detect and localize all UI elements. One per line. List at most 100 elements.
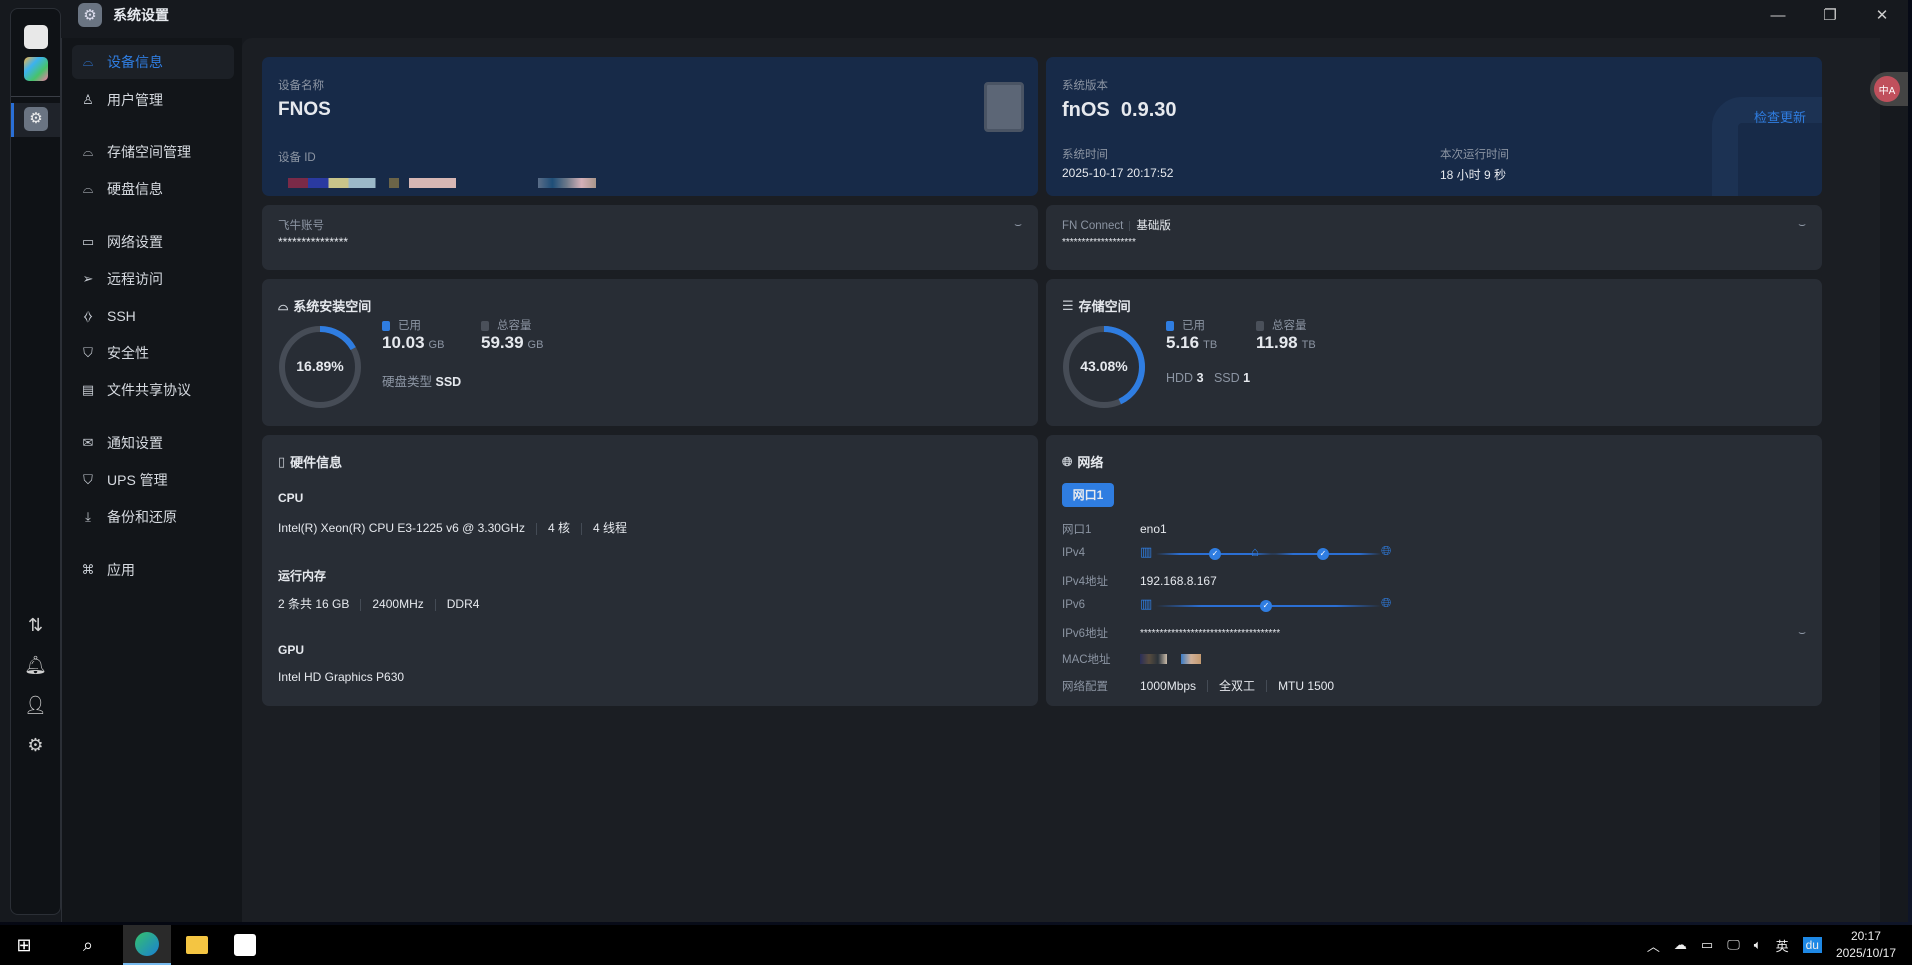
check-update-link[interactable]: 检查更新 xyxy=(1754,107,1806,126)
used-label: 已用 xyxy=(398,320,421,332)
nav-label: 远程访问 xyxy=(107,271,163,287)
window-title: 系统设置 xyxy=(113,7,169,23)
nav-label: 硬盘信息 xyxy=(107,181,163,197)
minimize-button[interactable]: — xyxy=(1752,0,1804,30)
system-time-label: 系统时间 xyxy=(1062,149,1108,161)
bell-icon[interactable]: 🔔︎ xyxy=(11,655,60,676)
nav-apps[interactable]: ⌘ 应用 xyxy=(72,553,234,587)
total-value: 11.98 xyxy=(1256,333,1298,352)
account-label: 飞牛账号 xyxy=(278,220,324,232)
file-icon: ▤ xyxy=(81,382,95,397)
used-value: 10.03 xyxy=(382,333,425,352)
ipv6-address: ************************************ xyxy=(1140,627,1281,639)
nav-user-management[interactable]: ♙ 用户管理 xyxy=(72,83,234,117)
nav-label: 备份和还原 xyxy=(107,509,177,525)
uptime: 18 小时 9 秒 xyxy=(1440,168,1507,182)
cpu-label: CPU xyxy=(278,491,304,505)
shield-check-icon: ⛉ xyxy=(83,345,93,360)
ime-indicator[interactable]: 英 xyxy=(1776,936,1789,955)
internet-globe-icon: 🌐︎ xyxy=(1381,543,1392,558)
os-name: fnOS xyxy=(1062,99,1110,121)
fn-account-card: 飞牛账号 *************** ⌣ xyxy=(262,205,1038,270)
send-icon: ➢ xyxy=(82,271,94,286)
onedrive-icon[interactable]: ☁ xyxy=(1674,937,1687,953)
settings-gear-icon[interactable]: ⚙ xyxy=(24,107,48,131)
restore-button[interactable]: ❐ xyxy=(1804,0,1856,30)
mac-label: MAC地址 xyxy=(1062,654,1111,666)
divider xyxy=(434,598,436,611)
edge-taskbar-icon[interactable] xyxy=(123,925,171,965)
link-speed: 1000Mbps xyxy=(1140,678,1197,693)
app-center-icon[interactable] xyxy=(24,57,48,81)
nav-security[interactable]: ⛉ 安全性 xyxy=(72,336,234,370)
used-unit: GB xyxy=(428,339,445,351)
eye-closed-icon[interactable]: ⌣ xyxy=(1014,217,1022,232)
memory-label: 运行内存 xyxy=(278,569,327,583)
nav-remote-access[interactable]: ➢ 远程访问 xyxy=(72,262,234,296)
os-version: 0.9.30 xyxy=(1120,99,1177,121)
nav-device-info[interactable]: ⌓ 设备信息 xyxy=(72,45,234,79)
mail-icon: ✉ xyxy=(82,435,94,450)
ssd-label: SSD xyxy=(1213,371,1240,385)
tab-port-1[interactable]: 网口1 xyxy=(1062,483,1114,507)
start-button[interactable]: ⊞ xyxy=(0,925,48,965)
server-icon: ☰ xyxy=(1062,297,1074,313)
ipv4-address: 192.168.8.167 xyxy=(1140,574,1217,588)
storage-icon: ⌓ xyxy=(82,144,94,159)
card-title: 硬件信息 xyxy=(290,455,343,470)
nav-label: 设备信息 xyxy=(107,54,163,70)
eye-closed-icon[interactable]: ⌣ xyxy=(1798,217,1806,232)
used-value: 5.16 xyxy=(1166,333,1200,352)
shield-icon: ⛉ xyxy=(83,472,93,487)
desktop-icon[interactable] xyxy=(24,25,48,49)
store-icon[interactable] xyxy=(221,925,269,965)
baidu-ime-icon[interactable]: du xyxy=(1802,937,1822,953)
nav-storage-management[interactable]: ⌓ 存储空间管理 xyxy=(72,135,234,169)
nas-icon: ▥ xyxy=(1140,596,1153,611)
nav-ssh[interactable]: ⧼⧽ SSH xyxy=(72,299,234,333)
close-button[interactable]: ✕ xyxy=(1856,0,1908,30)
eye-closed-icon[interactable]: ⌣ xyxy=(1798,625,1806,640)
translate-button[interactable]: 中A xyxy=(1870,72,1908,106)
nav-file-sharing[interactable]: ▤ 文件共享协议 xyxy=(72,373,234,407)
version-label: 系统版本 xyxy=(1062,80,1108,92)
port-label: 网口1 xyxy=(1062,524,1092,536)
divider xyxy=(1129,220,1131,231)
apps-icon: ⌘ xyxy=(81,562,95,577)
clock[interactable]: 20:17 2025/10/17 xyxy=(1836,928,1896,962)
connect-label: FN Connect xyxy=(1062,220,1124,232)
taskbar: ⊞ ⌕ ︿ ☁ ▭ 🖵 🔈︎ 英 du 20:17 2025/10/17 xyxy=(0,925,1912,965)
duplex: 全双工 xyxy=(1219,679,1256,693)
nav-label: 存储空间管理 xyxy=(107,144,191,160)
battery-icon[interactable]: ▭ xyxy=(1701,937,1713,953)
nav-network[interactable]: ▭ 网络设置 xyxy=(72,225,234,259)
disk-type: SSD xyxy=(435,375,462,389)
device-id-label: 设备 ID xyxy=(278,152,316,164)
check-icon: ✓ xyxy=(1260,600,1272,612)
volume-icon[interactable]: 🔈︎ xyxy=(1754,937,1762,953)
network-tray-icon[interactable]: 🖵 xyxy=(1727,937,1740,953)
user-icon[interactable]: 👤︎ xyxy=(11,695,60,716)
nav-disk-info[interactable]: ⌓ 硬盘信息 xyxy=(72,172,234,206)
translate-icon: 中A xyxy=(1874,76,1900,102)
nav-ups[interactable]: ⛉ UPS 管理 xyxy=(72,463,234,497)
memory-type: DDR4 xyxy=(446,597,480,611)
search-button[interactable]: ⌕ xyxy=(64,925,112,965)
clock-date: 2025/10/17 xyxy=(1835,946,1896,960)
gpu-model: Intel HD Graphics P630 xyxy=(278,670,405,684)
transfer-icon[interactable]: ⇅ xyxy=(11,615,60,636)
total-label: 总容量 xyxy=(1272,320,1307,332)
ipv4-address-label: IPv4地址 xyxy=(1062,576,1109,588)
content-area: 设备名称 FNOS 设备 ID 系统版本 fnOS 0.9.30 检查更新 系统… xyxy=(242,38,1880,922)
code-icon: ⧼⧽ xyxy=(83,308,93,323)
gpu-label: GPU xyxy=(278,643,305,657)
chevron-up-icon[interactable]: ︿ xyxy=(1647,936,1660,955)
nav-backup[interactable]: ⤓ 备份和还原 xyxy=(72,500,234,534)
gear-icon[interactable]: ⚙ xyxy=(11,735,60,756)
router-icon: ⌂ xyxy=(1251,544,1259,559)
file-explorer-icon[interactable] xyxy=(173,925,221,965)
memory-speed: 2400MHz xyxy=(372,597,424,611)
legend-used xyxy=(1166,320,1174,331)
nav-notifications[interactable]: ✉ 通知设置 xyxy=(72,426,234,460)
total-unit: GB xyxy=(527,339,544,351)
